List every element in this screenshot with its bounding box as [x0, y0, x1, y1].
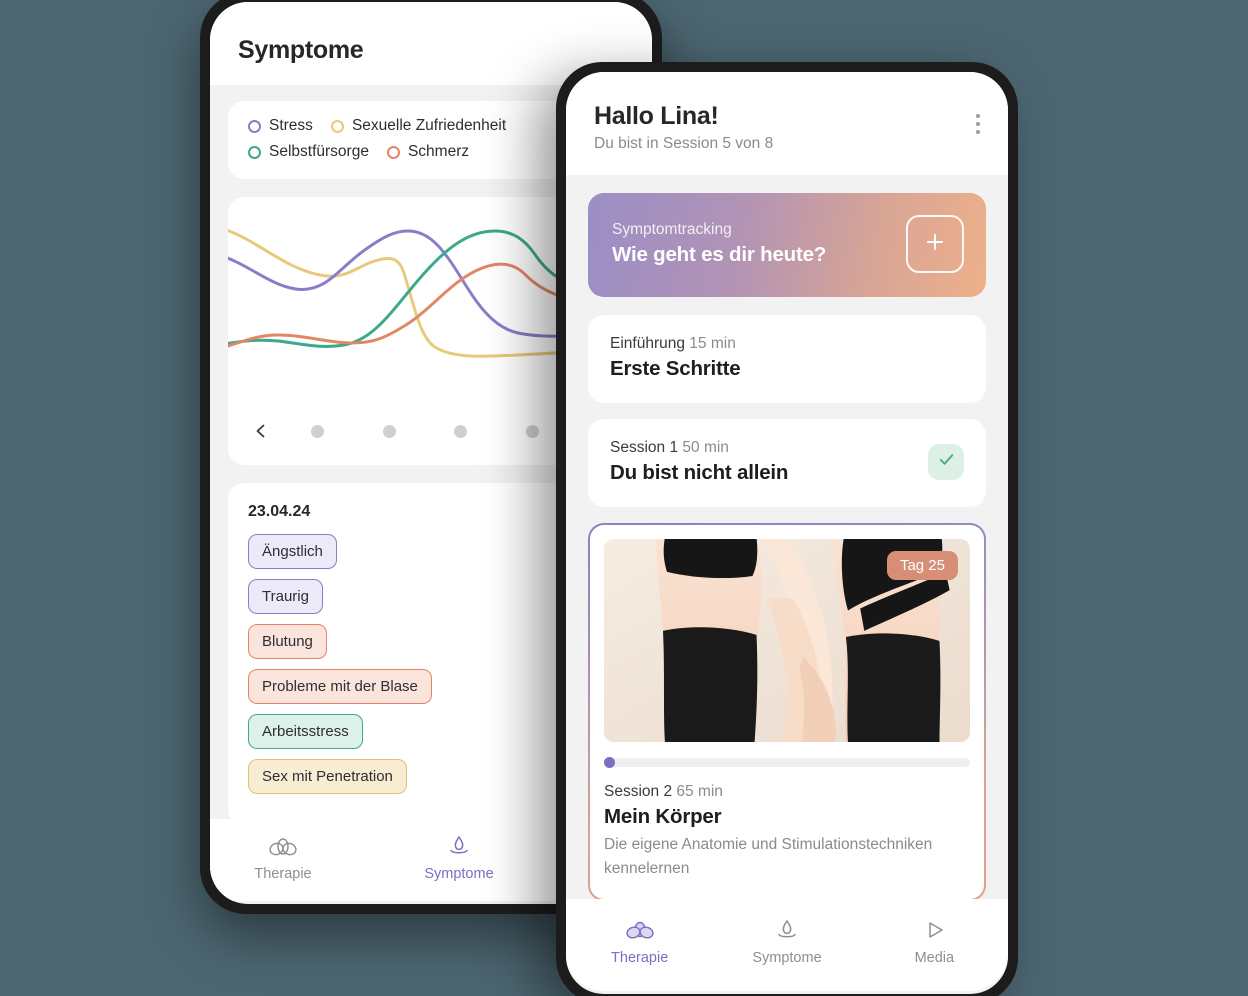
chevron-left-icon[interactable] — [244, 414, 278, 448]
legend-circle-icon — [386, 145, 400, 159]
greeting-block: Hallo Lina! Du bist in Session 5 von 8 — [594, 102, 773, 153]
session-meta-label: Einführung — [610, 335, 685, 352]
page-title: Symptome — [238, 36, 364, 64]
kebab-menu-icon[interactable] — [976, 102, 980, 134]
pager-dot[interactable] — [525, 424, 539, 438]
session-card-einfuehrung[interactable]: Einführung 15 min Erste Schritte — [588, 315, 986, 403]
legend-label: Stress — [269, 117, 313, 134]
session-title: Mein Körper — [604, 805, 722, 828]
session-meta-duration: 15 min — [689, 335, 736, 352]
phone-right-screen: Hallo Lina! Du bist in Session 5 von 8 S… — [566, 72, 1008, 994]
kebab-dot — [976, 122, 980, 126]
symptom-tag[interactable]: Probleme mit der Blase — [248, 669, 432, 704]
symptom-tag[interactable]: Ängstlich — [248, 534, 337, 569]
session-title: Du bist nicht allein — [610, 461, 789, 484]
droplet-icon — [772, 917, 802, 943]
chart-line-selbstfuersorge — [228, 229, 609, 348]
nav-item-label: Media — [914, 950, 955, 966]
kebab-dot — [976, 114, 980, 118]
session-text: Session 1 50 min Du bist nicht allein — [610, 439, 788, 485]
session-meta: Session 1 50 min — [610, 439, 788, 457]
pager-dot[interactable] — [382, 424, 396, 438]
greeting-title: Hallo Lina! — [594, 102, 719, 130]
session-image: Tag 25 — [604, 539, 970, 742]
symptom-tag[interactable]: Blutung — [248, 624, 327, 659]
right-body: Symptomtracking Wie geht es dir heute? E… — [566, 175, 1008, 991]
symptom-tag[interactable]: Traurig — [248, 579, 323, 614]
add-entry-button[interactable] — [906, 215, 964, 273]
tracking-title: Wie geht es dir heute? — [612, 243, 827, 266]
session-meta-label: Session 1 — [610, 439, 679, 456]
kebab-dot — [976, 130, 980, 134]
phone-right: Hallo Lina! Du bist in Session 5 von 8 S… — [556, 62, 1018, 996]
lotus-icon — [625, 917, 655, 943]
nav-item-media[interactable]: Media — [882, 917, 986, 966]
tracking-text: Symptomtracking Wie geht es dir heute? — [612, 221, 826, 267]
nav-item-label: Therapie — [254, 866, 312, 882]
day-badge: Tag 25 — [886, 551, 958, 580]
progress-knob — [604, 757, 615, 768]
nav-item-label: Symptome — [424, 866, 494, 882]
symptom-tag[interactable]: Sex mit Penetration — [248, 759, 407, 794]
legend-item-stress[interactable]: Stress — [248, 117, 313, 135]
session-card-session-2[interactable]: Tag 25 Session 2 65 min Mein Körper Die … — [590, 525, 984, 900]
legend-item-sexuelle-zufriedenheit[interactable]: Sexuelle Zufriedenheit — [330, 117, 507, 135]
nav-item-symptome[interactable]: Symptome — [735, 917, 839, 966]
session-title: Erste Schritte — [610, 357, 741, 380]
nav-item-symptome[interactable]: Symptome — [416, 833, 502, 882]
legend-label: Sexuelle Zufriedenheit — [351, 117, 507, 134]
nav-item-label: Symptome — [752, 950, 822, 966]
legend-circle-icon — [248, 145, 261, 159]
symptomtracking-card[interactable]: Symptomtracking Wie geht es dir heute? — [588, 193, 986, 297]
legend-label: Selbstfürsorge — [269, 143, 369, 160]
nav-item-therapie[interactable]: Therapie — [240, 833, 326, 882]
symptom-tag[interactable]: Arbeitsstress — [248, 714, 363, 749]
plus-icon — [923, 230, 947, 259]
greeting-subtitle: Du bist in Session 5 von 8 — [594, 135, 774, 152]
play-triangle-icon — [919, 917, 949, 943]
screenshot-canvas: Symptome Stress Sexuelle Zufriedenheit S… — [0, 0, 1248, 996]
session-description: Die eigene Anatomie und Stimulationstech… — [604, 836, 933, 878]
progress-track — [604, 757, 970, 768]
session-meta-duration: 50 min — [682, 439, 729, 456]
session-text: Einführung 15 min Erste Schritte — [610, 335, 741, 381]
legend-circle-icon — [248, 119, 261, 133]
featured-session-border: Tag 25 Session 2 65 min Mein Körper Die … — [588, 523, 986, 902]
session-progress[interactable] — [604, 757, 970, 768]
session-meta-label: Session 2 — [604, 783, 673, 800]
right-header: Hallo Lina! Du bist in Session 5 von 8 — [566, 72, 1008, 175]
session-card-session-1[interactable]: Session 1 50 min Du bist nicht allein — [588, 419, 986, 507]
session-meta: Einführung 15 min — [610, 335, 741, 353]
session-meta-duration: 65 min — [676, 783, 723, 800]
pager-dot-list — [278, 424, 572, 438]
tracking-kicker: Symptomtracking — [612, 221, 732, 238]
status-badge — [928, 444, 964, 480]
lotus-icon — [268, 833, 298, 859]
check-icon — [937, 450, 956, 474]
pager-dot[interactable] — [311, 424, 325, 438]
legend-item-schmerz[interactable]: Schmerz — [386, 143, 470, 161]
right-bottom-nav: Therapie Symptome Media — [566, 899, 1008, 991]
nav-item-label: Therapie — [611, 950, 669, 966]
droplet-icon — [444, 833, 474, 859]
session-meta: Session 2 65 min — [604, 783, 970, 801]
legend-circle-icon — [330, 119, 344, 133]
legend-label: Schmerz — [407, 143, 470, 160]
pager-dot[interactable] — [454, 424, 468, 438]
nav-item-therapie[interactable]: Therapie — [588, 917, 692, 966]
legend-item-selbstfuersorge[interactable]: Selbstfürsorge — [248, 143, 369, 161]
